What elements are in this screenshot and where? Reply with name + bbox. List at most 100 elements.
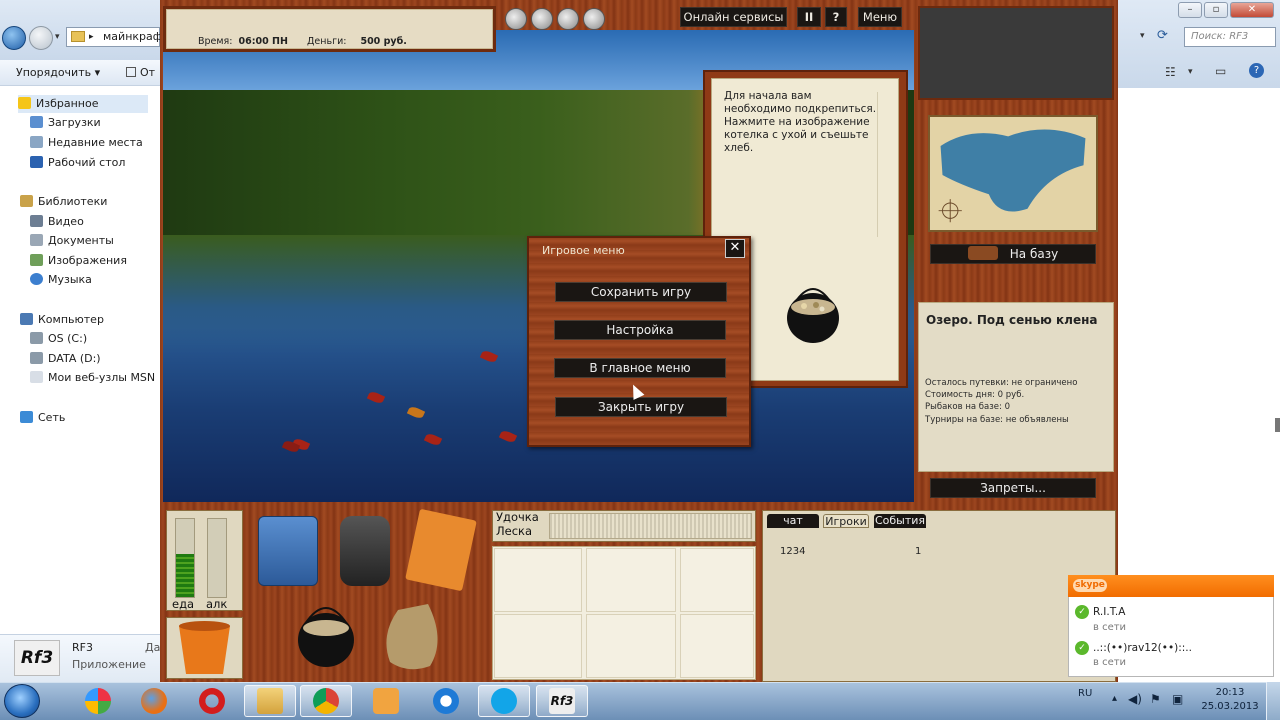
nav-label: DATA (D:) [48,352,101,365]
taskbar-app[interactable] [72,685,124,717]
start-button[interactable] [4,684,40,718]
taskbar-skype[interactable] [478,685,530,717]
settings-button[interactable]: Настройка [554,320,726,340]
tab-events[interactable]: События [874,514,926,528]
tray-arrow-icon[interactable]: ▴ [1112,693,1117,704]
main-menu-button[interactable]: В главное меню [554,358,726,378]
ball-app-icon [85,688,111,714]
nav-computer[interactable]: Компьютер [20,311,104,329]
bucket-icon [179,621,230,674]
time-display: Время: 06:00 ПН [198,36,288,47]
history-dropdown-icon[interactable]: ▾ [55,32,60,42]
back-button[interactable] [2,26,26,50]
fish-slot-icon[interactable] [531,8,553,30]
close-game-button[interactable]: Закрыть игру [555,397,727,417]
computer-icon [20,313,33,325]
menu-button[interactable]: Меню [858,7,902,27]
clock[interactable]: 20:13 25.03.2013 [1200,686,1260,714]
pot-icon[interactable] [297,598,355,670]
inventory-cell[interactable] [680,548,754,612]
nav-video[interactable]: Видео [30,213,84,231]
minimap-dark-panel [918,6,1114,100]
inventory-cell[interactable] [494,614,582,678]
forward-button[interactable] [29,26,53,50]
nav-favorites[interactable]: Избранное [18,95,148,113]
bucket-slot[interactable] [166,617,243,679]
nav-drive-c[interactable]: OS (C:) [30,330,87,348]
nav-libraries[interactable]: Библиотеки [20,193,107,211]
alcohol-gauge [207,518,227,598]
maple-leaf [498,429,518,444]
inventory-cell[interactable] [494,548,582,612]
fish-slot-icon[interactable] [583,8,605,30]
tab-players[interactable]: Игроки [823,514,869,528]
maximize-button[interactable]: ▫ [1204,2,1228,18]
fish-slot-icon[interactable] [505,8,527,30]
show-desktop-button[interactable] [1266,682,1280,720]
open-button[interactable]: От [126,66,155,79]
online-check-icon: ✓ [1075,641,1089,655]
help-button[interactable]: ? [825,7,847,27]
inventory-cell[interactable] [586,614,676,678]
web-folder-icon [30,371,43,383]
bans-button[interactable]: Запреты... [930,478,1096,498]
fish-soup-pot-icon[interactable] [786,282,840,348]
nav-label: Библиотеки [38,195,108,208]
media-player-icon [373,688,399,714]
refresh-icon[interactable]: ⟳ [1157,28,1168,43]
view-dropdown-icon[interactable]: ▾ [1188,67,1193,77]
help-icon[interactable]: ? [1249,63,1264,78]
maple-leaf [423,432,443,447]
minimize-button[interactable]: – [1178,2,1202,18]
address-bar[interactable]: ▸ майнкрафт [66,27,169,47]
nav-drive-d[interactable]: DATA (D:) [30,350,101,368]
maple-leaf [366,390,386,405]
to-base-button[interactable]: На базу [930,244,1096,264]
player-name: 1234 [780,546,806,557]
nav-desktop[interactable]: Рабочий стол [30,154,125,172]
nav-music[interactable]: Музыка [30,271,92,289]
nav-network[interactable]: Сеть [20,409,65,427]
message-scrollbar[interactable] [877,92,887,237]
search-input[interactable]: Поиск: RF3 [1184,27,1276,47]
action-center-icon[interactable]: ⚑ [1150,692,1161,706]
view-options-icon[interactable]: ☷ [1165,65,1176,79]
taskbar-firefox[interactable] [128,685,180,717]
drive-icon [30,352,43,364]
taskbar-media[interactable] [360,685,412,717]
pause-button[interactable]: II [797,7,821,27]
fish-slot-icon[interactable] [557,8,579,30]
inventory-cell[interactable] [680,614,754,678]
folder-icon [71,31,85,42]
nav-recent[interactable]: Недавние места [30,134,143,152]
volume-icon[interactable]: ◀) [1128,692,1142,706]
address-dropdown-icon[interactable]: ▾ [1140,31,1145,41]
save-game-button[interactable]: Сохранить игру [555,282,727,302]
inventory-cell[interactable] [586,548,676,612]
nav-pictures[interactable]: Изображения [30,252,127,270]
close-window-button[interactable]: ✕ [1230,2,1274,18]
taskbar-explorer[interactable] [244,685,296,717]
network-tray-icon[interactable]: ▣ [1172,692,1183,706]
sack-icon[interactable] [378,600,448,672]
taskbar-chrome[interactable] [300,685,352,717]
preview-pane-icon[interactable]: ▭ [1215,64,1226,78]
organize-button[interactable]: Упорядочить ▾ [16,66,100,79]
backpack-icon[interactable] [340,516,390,586]
nav-downloads[interactable]: Загрузки [30,114,101,132]
time-value: 06:00 ПН [238,36,288,47]
language-indicator[interactable]: RU [1078,688,1092,699]
nav-msn[interactable]: Мои веб-узлы MSN [30,369,155,387]
lake-map[interactable] [928,115,1098,232]
money-value: 500 руб. [360,36,407,47]
nav-label: Сеть [38,411,66,424]
money-display: Деньги: 500 руб. [307,36,407,47]
nav-documents[interactable]: Документы [30,232,114,250]
tackle-box-icon[interactable] [258,516,318,586]
taskbar-opera[interactable] [186,685,238,717]
online-services-button[interactable]: Онлайн сервисы [680,7,787,27]
taskbar-ie[interactable] [420,685,472,717]
tab-chat[interactable]: чат [767,514,819,528]
close-icon[interactable]: ✕ [725,239,745,258]
taskbar-rf3[interactable]: Rf3 [536,685,588,717]
